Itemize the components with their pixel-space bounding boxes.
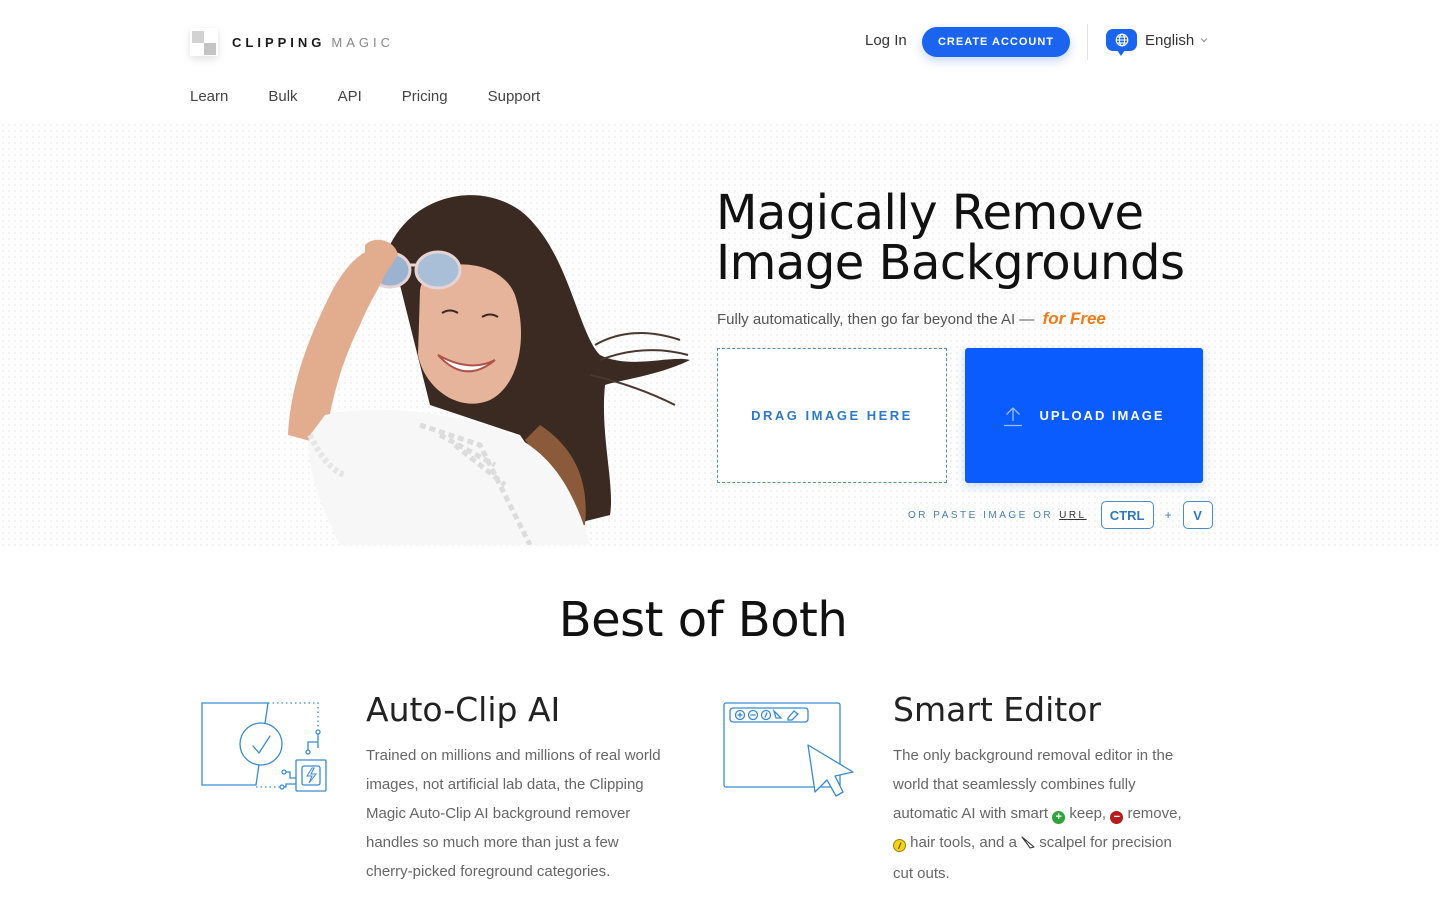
hero-photo	[288, 195, 690, 545]
smart-editor-text-keep: keep,	[1069, 805, 1107, 822]
smart-editor-text-hair: hair tools, and a	[910, 834, 1017, 851]
hero-subtitle-highlight: for Free	[1042, 309, 1106, 328]
scalpel-tool-icon	[1021, 830, 1035, 859]
language-selector[interactable]: English	[1106, 29, 1208, 56]
logo[interactable]: CLIPPING MAGIC	[190, 28, 394, 56]
hero-subtitle-text: Fully automatically, then go far beyond …	[717, 311, 1035, 328]
nav-support[interactable]: Support	[488, 88, 541, 105]
auto-clip-ai-icon	[201, 702, 327, 792]
v-key: V	[1182, 501, 1213, 529]
smart-editor-description: The only background removal editor in th…	[893, 741, 1183, 888]
remove-tool-icon: −	[1110, 811, 1124, 824]
create-account-button[interactable]: CREATE ACCOUNT	[922, 27, 1070, 57]
hero-title: Magically Remove Image Backgrounds	[716, 185, 1185, 291]
hero-title-line2: Image Backgrounds	[716, 235, 1185, 291]
ctrl-key: CTRL	[1100, 501, 1154, 529]
paste-hint-text: OR PASTE IMAGE OR	[908, 509, 1054, 521]
nav-pricing[interactable]: Pricing	[402, 88, 448, 105]
logo-text: CLIPPING MAGIC	[232, 35, 394, 50]
main-nav: Learn Bulk API Pricing Support	[190, 88, 580, 105]
section-title: Best of Both	[558, 592, 848, 648]
keep-tool-icon: +	[1052, 811, 1066, 824]
smart-editor-icon	[723, 702, 854, 797]
logo-mark-icon	[190, 28, 218, 56]
paste-hint: OR PASTE IMAGE OR URL CTRL + V	[908, 501, 1213, 529]
auto-clip-title: Auto-Clip AI	[366, 690, 561, 729]
drag-image-label: DRAG IMAGE HERE	[751, 408, 913, 423]
chevron-down-icon	[1200, 35, 1208, 45]
hero-title-line1: Magically Remove	[716, 185, 1144, 241]
nav-api[interactable]: API	[338, 88, 362, 105]
auto-clip-description: Trained on millions and millions of real…	[366, 747, 661, 880]
paste-url-link[interactable]: URL	[1059, 510, 1087, 521]
logo-text-bold: CLIPPING	[232, 34, 326, 50]
plus-sign: +	[1164, 508, 1172, 522]
logo-text-light: MAGIC	[331, 34, 395, 50]
login-link[interactable]: Log In	[865, 32, 907, 49]
nav-bulk[interactable]: Bulk	[268, 88, 297, 105]
nav-learn[interactable]: Learn	[190, 88, 228, 105]
upload-image-label: UPLOAD IMAGE	[1039, 408, 1165, 423]
hair-tool-icon: /	[893, 839, 906, 852]
language-label: English	[1145, 31, 1195, 49]
hero-subtitle: Fully automatically, then go far beyond …	[717, 309, 1106, 329]
upload-arrow-icon	[1003, 405, 1023, 427]
smart-editor-title: Smart Editor	[893, 690, 1101, 729]
upload-image-button[interactable]: UPLOAD IMAGE	[965, 348, 1203, 483]
header-divider	[1087, 24, 1088, 60]
drag-image-dropzone[interactable]: DRAG IMAGE HERE	[717, 348, 947, 483]
globe-icon	[1106, 29, 1137, 56]
smart-editor-text-remove: remove,	[1127, 805, 1182, 822]
